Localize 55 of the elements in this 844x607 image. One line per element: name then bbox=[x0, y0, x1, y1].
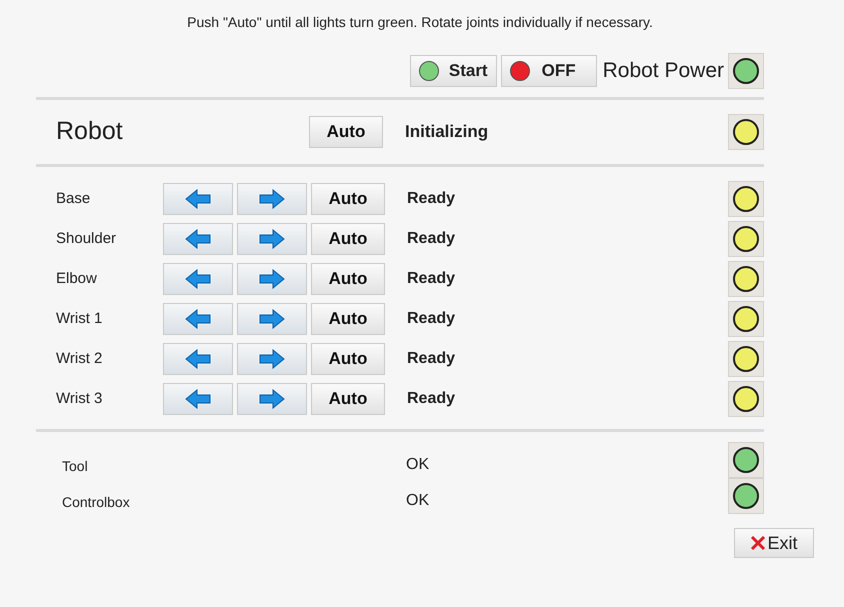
status-text: Ready bbox=[406, 309, 456, 329]
left-arrow-icon bbox=[185, 229, 211, 249]
rotate-right-button[interactable] bbox=[237, 263, 307, 295]
status-text: Ready bbox=[406, 389, 456, 409]
rotate-left-button[interactable] bbox=[163, 223, 233, 255]
exit-button[interactable]: Exit bbox=[734, 528, 814, 558]
rotate-left-button[interactable] bbox=[163, 263, 233, 295]
right-arrow-icon bbox=[259, 269, 285, 289]
rotate-left-button[interactable] bbox=[163, 383, 233, 415]
right-arrow-icon bbox=[259, 349, 285, 369]
auto-button[interactable]: Auto bbox=[311, 383, 385, 415]
off-button[interactable]: OFF bbox=[500, 55, 597, 87]
auto-button[interactable]: Auto bbox=[311, 303, 385, 335]
right-arrow-icon bbox=[259, 229, 285, 249]
left-arrow-icon bbox=[185, 309, 211, 329]
start-button[interactable]: Start bbox=[410, 55, 497, 87]
device-label: Controlbox bbox=[61, 492, 131, 512]
status-text: Ready bbox=[406, 189, 456, 209]
left-arrow-icon bbox=[185, 269, 211, 289]
status-text: OK bbox=[406, 491, 430, 511]
robot-label: Robot bbox=[55, 116, 124, 148]
status-text: Ready bbox=[406, 349, 456, 369]
rotate-right-button[interactable] bbox=[237, 223, 307, 255]
rotate-left-button[interactable] bbox=[163, 343, 233, 375]
device-label: Tool bbox=[61, 456, 89, 476]
right-arrow-icon bbox=[259, 389, 285, 409]
rotate-left-button[interactable] bbox=[163, 183, 233, 215]
close-icon bbox=[750, 536, 766, 550]
joint-label: Shoulder bbox=[55, 228, 118, 249]
status-text: OK bbox=[406, 455, 430, 475]
joint-label: Wrist 1 bbox=[55, 308, 104, 329]
auto-button[interactable]: Auto bbox=[309, 116, 383, 148]
joint-label: Elbow bbox=[55, 268, 98, 289]
status-text: Ready bbox=[406, 229, 456, 249]
left-arrow-icon bbox=[185, 389, 211, 409]
status-text: Ready bbox=[406, 269, 456, 289]
joint-label: Base bbox=[55, 188, 92, 209]
robot-power-label: Robot Power bbox=[602, 58, 724, 84]
right-arrow-icon bbox=[259, 189, 285, 209]
left-arrow-icon bbox=[185, 349, 211, 369]
rotate-right-button[interactable] bbox=[237, 343, 307, 375]
rotate-right-button[interactable] bbox=[237, 383, 307, 415]
auto-button[interactable]: Auto bbox=[311, 223, 385, 255]
rotate-left-button[interactable] bbox=[163, 303, 233, 335]
auto-button[interactable]: Auto bbox=[311, 183, 385, 215]
instruction-text: Push "Auto" until all lights turn green. Rotate joints individually if necessary. bbox=[187, 13, 653, 32]
joint-label: Wrist 3 bbox=[55, 388, 104, 409]
auto-button[interactable]: Auto bbox=[311, 343, 385, 375]
right-arrow-icon bbox=[259, 309, 285, 329]
joint-label: Wrist 2 bbox=[55, 348, 104, 369]
left-arrow-icon bbox=[185, 189, 211, 209]
rotate-right-button[interactable] bbox=[237, 183, 307, 215]
auto-button[interactable]: Auto bbox=[311, 263, 385, 295]
rotate-right-button[interactable] bbox=[237, 303, 307, 335]
status-text: Initializing bbox=[404, 121, 490, 144]
